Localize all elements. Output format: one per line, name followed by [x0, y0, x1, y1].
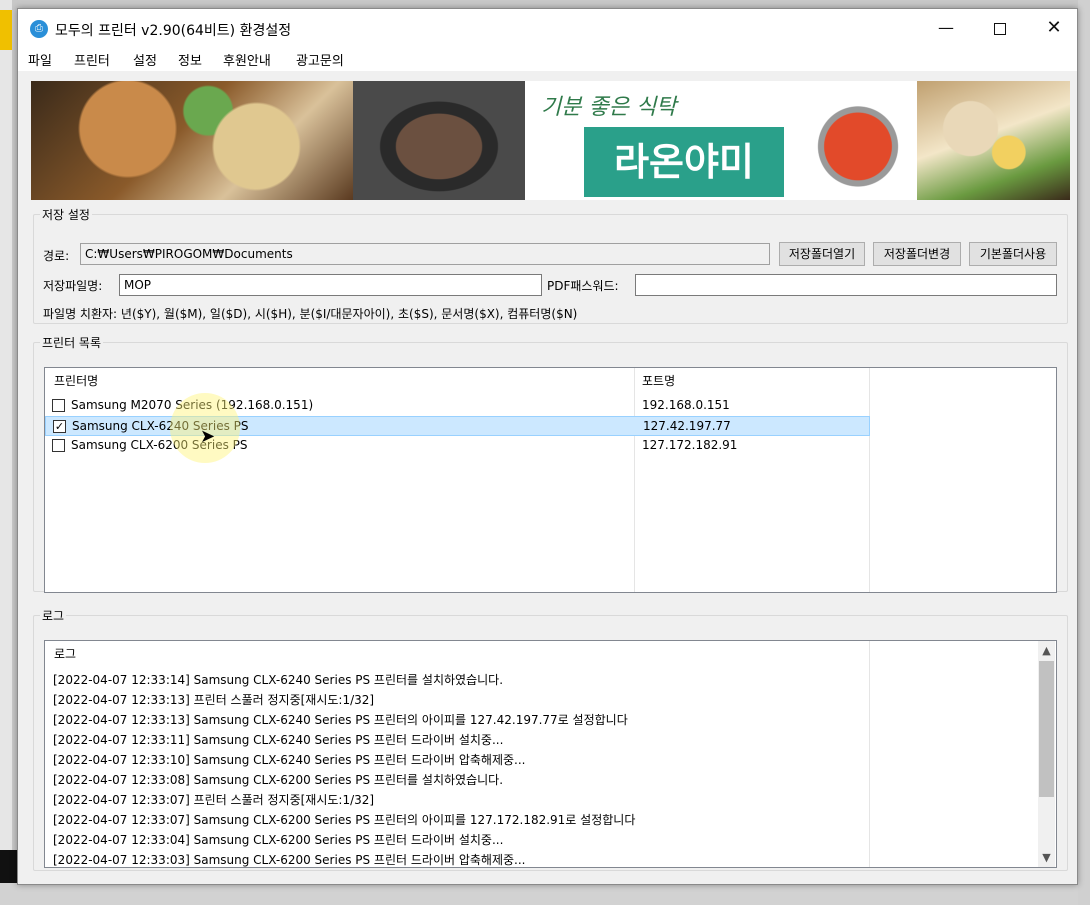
open-folder-button[interactable]: 저장폴더열기 — [779, 242, 865, 266]
save-settings-legend: 저장 설정 — [42, 208, 90, 222]
printer-port: 127.42.197.77 — [643, 419, 731, 433]
ad-banner[interactable]: 기분 좋은 식탁 라온야미 — [31, 81, 1070, 200]
log-line: [2022-04-07 12:33:13] 프린터 스풀러 정지중[재시도:1/… — [53, 693, 375, 707]
background-right-edge — [1078, 0, 1090, 905]
printer-row[interactable]: ✓ Samsung CLX-6240 Series PS 127.42.197.… — [45, 416, 870, 436]
menu-ad-inquiry[interactable]: 광고문의 — [296, 50, 344, 69]
printer-listview[interactable]: 프린터명 포트명 Samsung M2070 Series (192.168.0… — [44, 367, 1057, 593]
banner-food-image — [31, 81, 353, 200]
menu-bar: 파일 프린터 설정 정보 후원안내 광고문의 — [18, 47, 1077, 71]
printer-checkbox[interactable] — [52, 439, 65, 452]
log-line: [2022-04-07 12:33:03] Samsung CLX-6200 S… — [53, 853, 526, 867]
log-line: [2022-04-07 12:33:07] 프린터 스풀러 정지중[재시도:1/… — [53, 793, 375, 807]
printer-icon: ⎙ — [30, 20, 48, 38]
banner-food-image — [353, 81, 525, 200]
scroll-thumb[interactable] — [1039, 661, 1054, 797]
printer-checkbox[interactable] — [52, 399, 65, 412]
printer-list-group: 프린터 목록 프린터명 포트명 Samsung M2070 Series (19… — [33, 334, 1068, 593]
background-app-strip — [0, 10, 12, 50]
filename-substitution-help: 파일명 치환자: 년($Y), 월($M), 일($D), 시($H), 분($… — [43, 307, 578, 321]
log-line: [2022-04-07 12:33:13] Samsung CLX-6240 S… — [53, 713, 628, 727]
log-line: [2022-04-07 12:33:04] Samsung CLX-6200 S… — [53, 833, 504, 847]
title-bar[interactable]: ⎙ 모두의 프린터 v2.90(64비트) 환경설정 — ✕ — [18, 9, 1077, 47]
printer-port: 127.172.182.91 — [642, 438, 738, 452]
save-settings-group: 저장 설정 경로: C:₩Users₩PIROGOM₩Documents 저장폴… — [33, 206, 1068, 324]
scroll-down-icon[interactable]: ▼ — [1038, 849, 1055, 866]
column-header-log[interactable]: 로그 — [54, 645, 76, 662]
path-label: 경로: — [43, 249, 70, 263]
banner-slogan: 기분 좋은 식탁 — [541, 95, 677, 120]
log-line: [2022-04-07 12:33:07] Samsung CLX-6200 S… — [53, 813, 636, 827]
column-header-port-name[interactable]: 포트명 — [642, 372, 675, 389]
scroll-up-icon[interactable]: ▲ — [1038, 642, 1055, 659]
default-folder-button[interactable]: 기본폴더사용 — [969, 242, 1057, 266]
filename-field[interactable]: MOP — [119, 274, 542, 296]
log-line: [2022-04-07 12:33:08] Samsung CLX-6200 S… — [53, 773, 504, 787]
maximize-icon — [994, 22, 1006, 35]
printer-row[interactable]: Samsung M2070 Series (192.168.0.151) 192… — [45, 396, 870, 416]
printer-checkbox[interactable]: ✓ — [53, 420, 66, 433]
log-listview[interactable]: 로그 [2022-04-07 12:33:14] Samsung CLX-624… — [44, 640, 1057, 868]
close-button[interactable]: ✕ — [1031, 9, 1077, 47]
minimize-button[interactable]: — — [923, 9, 969, 47]
filename-label: 저장파일명: — [43, 279, 103, 293]
log-line: [2022-04-07 12:33:14] Samsung CLX-6240 S… — [53, 673, 504, 687]
log-group: 로그 로그 [2022-04-07 12:33:14] Samsung CLX-… — [33, 607, 1068, 871]
log-legend: 로그 — [42, 609, 65, 623]
pdf-password-field[interactable] — [635, 274, 1057, 296]
printer-row[interactable]: Samsung CLX-6200 Series PS 127.172.182.9… — [45, 436, 870, 456]
menu-info[interactable]: 정보 — [178, 50, 202, 69]
banner-brand: 라온야미 — [584, 127, 784, 197]
log-line: [2022-04-07 12:33:11] Samsung CLX-6240 S… — [53, 733, 504, 747]
log-line: [2022-04-07 12:33:10] Samsung CLX-6240 S… — [53, 753, 526, 767]
change-folder-button[interactable]: 저장폴더변경 — [873, 242, 961, 266]
window-title: 모두의 프린터 v2.90(64비트) 환경설정 — [55, 23, 292, 39]
menu-file[interactable]: 파일 — [28, 50, 52, 69]
log-scrollbar[interactable]: ▲ ▼ — [1038, 641, 1055, 867]
mouse-cursor-icon: ➤ — [200, 426, 216, 447]
background-bottom-edge — [0, 883, 1090, 905]
printer-port: 192.168.0.151 — [642, 398, 730, 412]
path-field[interactable]: C:₩Users₩PIROGOM₩Documents — [80, 243, 770, 265]
pdf-password-label: PDF패스워드: — [547, 279, 619, 293]
menu-donation[interactable]: 후원안내 — [223, 50, 271, 69]
column-header-printer-name[interactable]: 프린터명 — [54, 372, 98, 389]
banner-food-image — [799, 81, 917, 200]
menu-settings[interactable]: 설정 — [133, 50, 157, 69]
maximize-button[interactable] — [977, 9, 1023, 47]
column-separator — [869, 641, 870, 867]
background-app-edge — [0, 0, 12, 905]
printer-list-legend: 프린터 목록 — [42, 336, 102, 350]
settings-window: ⎙ 모두의 프린터 v2.90(64비트) 환경설정 — ✕ 파일 프린터 설정… — [17, 8, 1078, 885]
menu-printer[interactable]: 프린터 — [74, 50, 110, 69]
banner-food-image — [917, 81, 1070, 200]
